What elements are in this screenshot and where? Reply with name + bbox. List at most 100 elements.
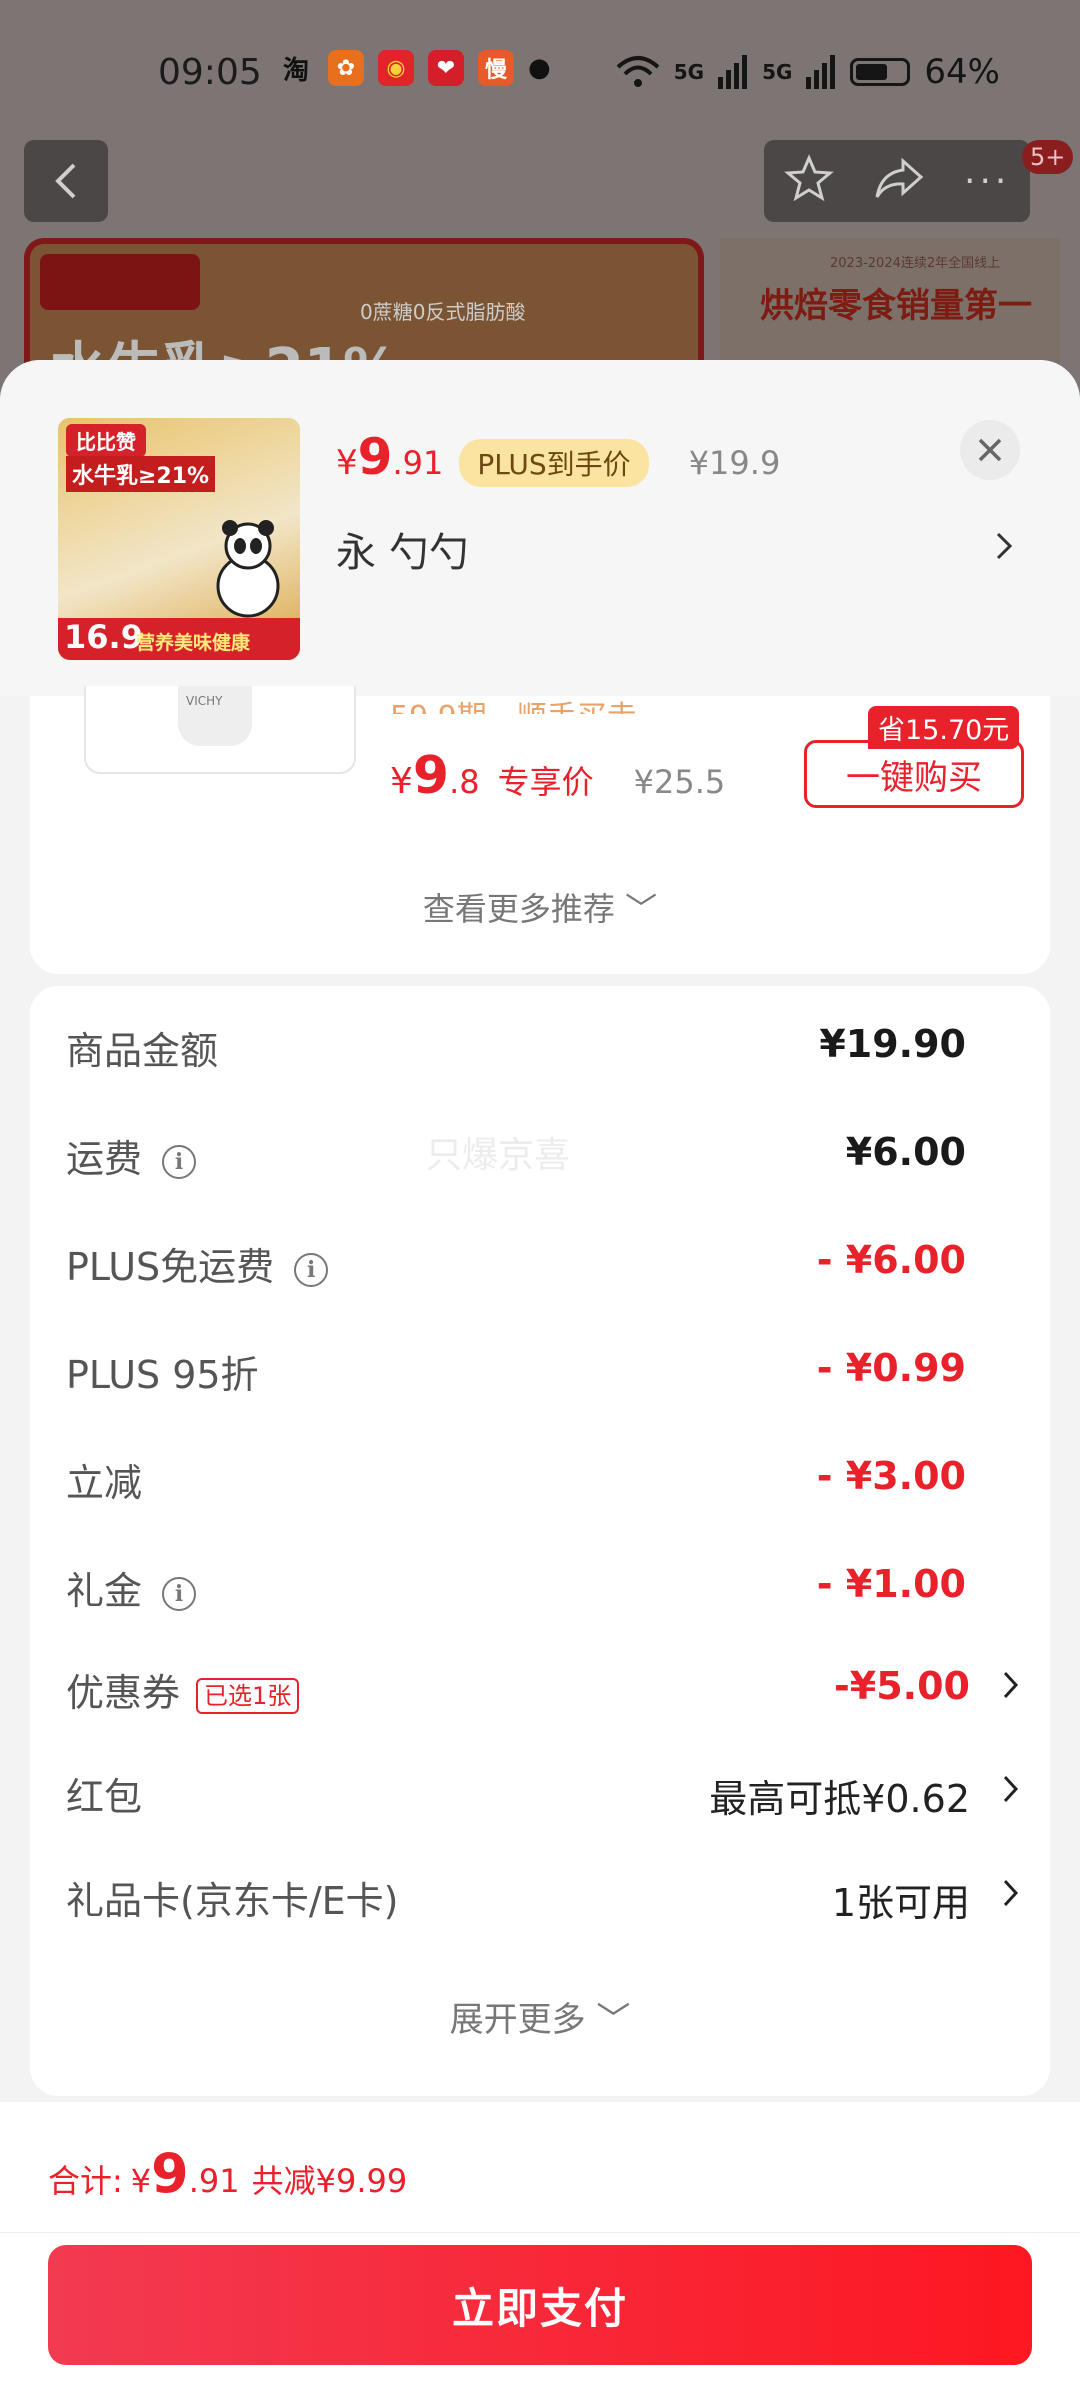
taobao-icon: 淘 (278, 50, 314, 86)
fee-value: ¥6.00 (845, 1130, 966, 1174)
info-icon[interactable]: i (162, 1576, 197, 1611)
close-icon (978, 438, 1002, 462)
app-man-icon: 慢 (478, 50, 514, 86)
variant-selector[interactable]: 永 勺勺 (336, 520, 469, 578)
chevron-right-icon[interactable] (994, 530, 1014, 562)
fee-label: 优惠券 (66, 1671, 181, 1715)
pay-now-button[interactable]: 立即支付 (48, 2245, 1032, 2365)
network-5g-2: 5G (762, 60, 793, 84)
price-decimal: .91 (392, 444, 444, 482)
exclusive-price-label: 专享价 (497, 763, 594, 801)
fee-label: 商品金额 (66, 1029, 219, 1073)
fee-value: -¥5.00 (834, 1664, 970, 1708)
battery-percent: 64% (924, 52, 1000, 92)
recommend-price-row: ¥ 9 .8 专享价 ¥25.5 (390, 746, 725, 806)
chevron-right-icon[interactable] (1002, 1774, 1020, 1804)
fee-row-gift-money: 礼金 i - ¥1.00 (30, 1560, 1050, 1620)
close-button[interactable] (960, 420, 1020, 480)
fee-label: 运费 (66, 1137, 143, 1181)
recommend-card: VICHY 59.9期，顺手买走 ¥ 9 .8 专享价 ¥25.5 一键购买 省… (30, 686, 1050, 974)
fee-row-goods: 商品金额 ¥19.90 (30, 1020, 1050, 1080)
fee-label-wrap: 礼金 i (66, 1560, 197, 1615)
more-recommend-link[interactable]: 查看更多推荐 ﹀ (30, 884, 1050, 930)
chevron-right-icon[interactable] (1002, 1878, 1020, 1908)
expand-more-link[interactable]: 展开更多 ﹀ (30, 1992, 1050, 2041)
fee-value: - ¥3.00 (816, 1454, 966, 1498)
fee-label: 红包 (66, 1775, 143, 1819)
more-icon[interactable]: ··· (964, 161, 1010, 202)
app-orange-icon: ✿ (328, 50, 364, 86)
total-decimal: .91 (188, 2162, 240, 2200)
fee-value: 1张可用 (831, 1881, 970, 1925)
status-bar: 09:05 淘 ✿ ◉ ❤ 慢 ● 5G 5G 64% (0, 40, 1080, 110)
banner-right-small: 2023-2024连续2年全国线上 (830, 256, 1001, 271)
fee-value: - ¥1.00 (816, 1562, 966, 1606)
battery-icon (850, 58, 911, 86)
fee-value: ¥19.90 (819, 1022, 966, 1066)
product-thumbnail[interactable]: 比比赞 水牛乳≥21% 16.9 营养美味健康双"0" (58, 418, 300, 660)
total-summary: 合计: ¥ 9 .91 共减¥9.99 (48, 2142, 407, 2205)
currency-symbol: ¥ (390, 761, 413, 802)
fee-row-gift-card[interactable]: 礼品卡(京东卡/E卡) 1张可用 (30, 1870, 1050, 1930)
fee-label: PLUS免运费 (66, 1245, 275, 1289)
app-red-yellow-icon: ◉ (378, 50, 414, 86)
chevron-right-icon[interactable] (1002, 1670, 1020, 1700)
fee-value: - ¥0.99 (816, 1346, 966, 1390)
total-integer: 9 (151, 2142, 189, 2205)
back-button[interactable] (24, 140, 108, 222)
checkout-sheet: 比比赞 水牛乳≥21% 16.9 营养美味健康双"0" ¥ 9 .91 PLUS… (0, 360, 1080, 2400)
info-icon[interactable]: i (162, 1144, 197, 1179)
fee-label: 立减 (66, 1461, 143, 1505)
currency-symbol: ¥ (130, 2162, 152, 2200)
coupon-selected-tag: 已选1张 (196, 1677, 300, 1714)
price-integer: 9 (412, 746, 450, 806)
panda-icon (216, 520, 280, 618)
total-bar: 合计: ¥ 9 .91 共减¥9.99 (0, 2102, 1080, 2232)
product-header: 比比赞 水牛乳≥21% 16.9 营养美味健康双"0" ¥ 9 .91 PLUS… (0, 360, 1080, 696)
currency-symbol: ¥ (336, 443, 358, 483)
banner-right-title: 烘焙零食销量第一 (760, 286, 1032, 326)
signal-icon (806, 55, 836, 89)
signal-icon (718, 55, 748, 89)
fee-row-plus-shipping: PLUS免运费 i - ¥6.00 (30, 1236, 1050, 1296)
fee-row-plus-discount: PLUS 95折 - ¥0.99 (30, 1344, 1050, 1404)
fee-value: 最高可抵¥0.62 (709, 1777, 970, 1821)
fee-label: 礼品卡(京东卡/E卡) (66, 1879, 399, 1923)
share-icon[interactable] (873, 157, 925, 205)
fee-label-wrap: PLUS免运费 i (66, 1236, 329, 1291)
recommend-product-image[interactable]: VICHY (84, 686, 356, 774)
save-badge: 省15.70元 (868, 706, 1020, 749)
one-click-buy-button[interactable]: 一键购买 (804, 740, 1024, 808)
pay-area: 立即支付 (0, 2232, 1080, 2400)
brand-logo (40, 254, 200, 310)
top-actions: ··· (764, 140, 1030, 222)
original-price: ¥25.5 (633, 763, 726, 801)
thumb-price: 16.9 (64, 618, 143, 656)
info-icon[interactable]: i (294, 1252, 329, 1287)
message-badge: 5+ (1022, 140, 1074, 174)
dot-icon: ● (528, 53, 551, 83)
fee-label-wrap: 优惠券 已选1张 (66, 1662, 300, 1717)
background-page: 09:05 淘 ✿ ◉ ❤ 慢 ● 5G 5G 64% ··· 5+ 0蔗糖0反… (0, 0, 1080, 400)
fee-breakdown-card: 只爆京喜 商品金额 ¥19.90 运费 i ¥6.00 PLUS免运费 i - ¥6… (30, 986, 1050, 2096)
thumb-slogan: 营养美味健康双"0" (136, 632, 251, 660)
fee-row-red-packet[interactable]: 红包 最高可抵¥0.62 (30, 1766, 1050, 1826)
star-icon[interactable] (783, 154, 834, 208)
status-app-icons: 淘 ✿ ◉ ❤ 慢 ● (278, 50, 551, 86)
fee-label: PLUS 95折 (66, 1353, 259, 1397)
fee-row-shipping: 运费 i ¥6.00 (30, 1128, 1050, 1188)
wifi-icon (616, 56, 660, 87)
thumb-line1: 水牛乳≥21% (66, 456, 216, 492)
fee-row-coupon[interactable]: 优惠券 已选1张 -¥5.00 (30, 1662, 1050, 1722)
battery-fill (856, 64, 888, 80)
status-time: 09:05 (158, 52, 262, 93)
status-right: 5G 5G 64% (616, 52, 1000, 92)
banner-sub: 0蔗糖0反式脂肪酸 (360, 300, 526, 324)
fee-label: 礼金 (66, 1569, 143, 1613)
fee-label-wrap: 运费 i (66, 1128, 197, 1183)
network-5g-1: 5G (673, 60, 705, 84)
brand-mark: VICHY (186, 694, 223, 708)
total-label: 合计: (48, 2162, 123, 2200)
thumb-brand: 比比赞 (66, 424, 146, 457)
recommend-title-peek: 59.9期，顺手买走 (390, 692, 637, 714)
